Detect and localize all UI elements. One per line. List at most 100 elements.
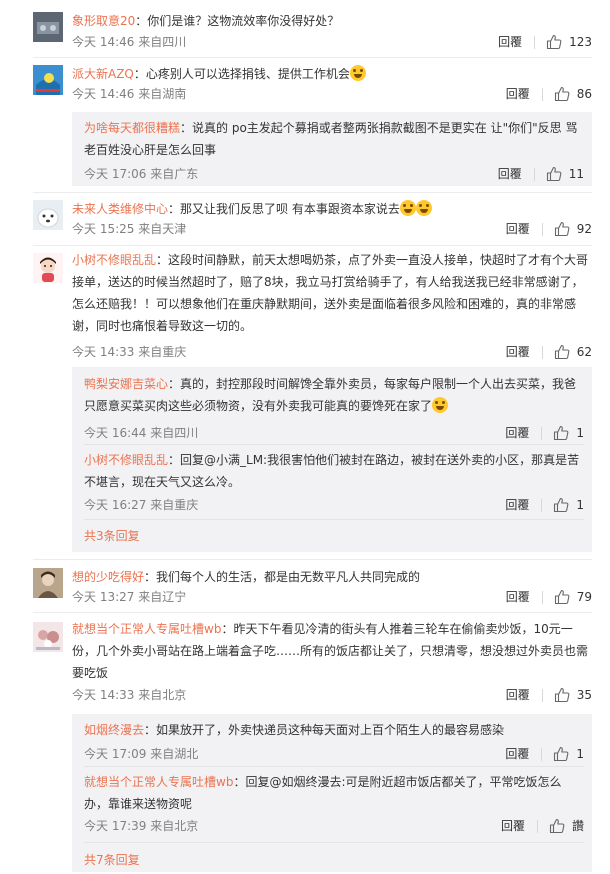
avatar[interactable] [33,568,63,598]
like-button[interactable]: 123 [546,32,592,52]
reply-item: 小树不修眼乱乱：回复@小满_LM:我很害怕他们被封在路边，被封在送外卖的小区，那… [84,449,584,513]
like-count: 1 [576,747,584,761]
like-count: 讚 [571,819,584,833]
divider [33,612,592,613]
comment-item: 想的少吃得好：我们每个人的生活，都是由无数平凡人共同完成的 今天 13:27 来… [0,566,610,610]
user-name[interactable]: 象形取意20 [72,14,135,28]
like-button[interactable]: 讚 [549,816,584,836]
reply-item: 就想当个正常人专属吐槽wb：回复@如烟终漫去:可是附近超市饭店都关了，平常吃饭怎… [84,771,584,834]
avatar[interactable] [33,253,63,283]
like-button[interactable]: 1 [553,495,584,515]
user-name[interactable]: 小树不修眼乱乱 [72,253,156,267]
reply-button[interactable]: 回覆 [506,84,530,104]
timestamp: 今天 14:33 来自北京 [72,688,187,702]
divider [541,426,543,440]
divider [84,519,584,520]
like-count: 123 [569,35,592,49]
like-button[interactable]: 1 [553,744,584,764]
thumbs-up-icon [554,497,569,513]
reply-text: 小树不修眼乱乱：回复@小满_LM:我很害怕他们被封在路边，被封在送外卖的小区，那… [84,453,580,489]
user-name[interactable]: 就想当个正常人专属吐槽wb [84,775,233,789]
more-replies-link[interactable]: 共7条回复 [84,851,140,868]
reply-button[interactable]: 回覆 [506,587,530,607]
user-name[interactable]: 小树不修眼乱乱 [84,453,168,467]
divider [534,35,536,49]
like-button[interactable]: 79 [554,587,592,607]
reply-box: 如烟终漫去：如果放开了，外卖快递员这种每天面对上百个陌生人的最容易感染 今天 1… [72,714,592,872]
user-name[interactable]: 为啥每天都很糟糕 [84,121,180,135]
avatar[interactable] [33,12,63,42]
divider [33,192,592,193]
reply-button[interactable]: 回覆 [498,164,522,184]
reply-button[interactable]: 回覆 [506,342,530,362]
like-button[interactable]: 35 [554,685,592,705]
comment-text: 就想当个正常人专属吐槽wb：昨天下午看见冷清的街头有人推着三轮车在偷偷卖炒饭，1… [72,622,589,680]
like-button[interactable]: 62 [554,342,592,362]
timestamp: 今天 16:44 来自四川 [84,426,199,440]
reply-item: 如烟终漫去：如果放开了，外卖快递员这种每天面对上百个陌生人的最容易感染 今天 1… [84,719,584,762]
divider [33,57,592,58]
divider [541,87,543,101]
reply-text: 如烟终漫去：如果放开了，外卖快递员这种每天面对上百个陌生人的最容易感染 [84,723,505,737]
like-count: 35 [576,688,592,702]
laughing-emoji-icon [349,65,366,81]
comment-text: 小树不修眼乱乱：这段时间静默，前天太想喝奶茶，点了外卖一直没人接单，快超时了才有… [72,253,589,333]
like-button[interactable]: 86 [554,84,592,104]
like-count: 79 [576,590,592,604]
user-name[interactable]: 未来人类维修中心 [72,202,168,216]
reply-text: 鸭梨安娜吉菜心：真的，封控那段时间解馋全靠外卖员，每家每户限制一个人出去买菜，我… [84,377,577,413]
timestamp: 今天 16:27 来自重庆 [84,498,199,512]
thumbs-up-icon [546,166,562,182]
user-name[interactable]: 鸭梨安娜吉菜心 [84,377,168,391]
like-count: 92 [576,222,592,236]
reply-box: 为啥每天都很糟糕：说真的 po主发起个募捐或者整两张捐款截图不是更实在 让"你们… [72,112,592,186]
laughing-emoji-icon [399,200,416,216]
timestamp: 今天 17:06 来自广东 [84,167,199,181]
more-replies-link[interactable]: 共3条回复 [84,527,140,544]
comment-text: 未来人类维修中心：那又让我们反思了呗 有本事跟资本家说去 [72,198,592,220]
divider [33,559,592,560]
comment-text: 想的少吃得好：我们每个人的生活，都是由无数平凡人共同完成的 [72,570,421,584]
reply-button[interactable]: 回覆 [505,423,529,443]
comment-item: 未来人类维修中心：那又让我们反思了呗 有本事跟资本家说去 今天 15:25 来自… [0,198,610,242]
thumbs-up-icon [554,344,570,360]
avatar[interactable] [33,622,63,652]
divider [541,498,543,512]
comment-item: 象形取意20：你们是谁？这物流效率你没得好处？ 今天 14:46 来自四川 回覆… [0,10,610,54]
like-count: 1 [576,498,584,512]
divider [541,222,543,236]
reply-button[interactable]: 回覆 [505,744,529,764]
timestamp: 今天 13:27 来自辽宁 [72,590,187,604]
reply-box: 鸭梨安娜吉菜心：真的，封控那段时间解馋全靠外卖员，每家每户限制一个人出去买菜，我… [72,367,592,552]
thumbs-up-icon [549,818,565,834]
like-button[interactable]: 11 [546,164,584,184]
user-name[interactable]: 就想当个正常人专属吐槽wb [72,622,221,636]
like-count: 11 [568,167,584,181]
timestamp: 今天 15:25 来自天津 [72,222,187,236]
thumbs-up-icon [554,221,570,237]
like-count: 86 [576,87,592,101]
reply-button[interactable]: 回覆 [506,685,530,705]
reply-button[interactable]: 回覆 [501,816,525,836]
thumbs-up-icon [554,589,570,605]
divider [541,747,543,761]
reply-button[interactable]: 回覆 [506,219,530,239]
avatar[interactable] [33,65,63,95]
user-name[interactable]: 想的少吃得好 [72,570,144,584]
timestamp: 今天 14:46 来自四川 [72,35,187,49]
reply-text: 就想当个正常人专属吐槽wb：回复@如烟终漫去:可是附近超市饭店都关了，平常吃饭怎… [84,775,562,811]
reply-item: 鸭梨安娜吉菜心：真的，封控那段时间解馋全靠外卖员，每家每户限制一个人出去买菜，我… [84,373,584,441]
reply-item: 为啥每天都很糟糕：说真的 po主发起个募捐或者整两张捐款截图不是更实在 让"你们… [84,117,584,182]
timestamp: 今天 14:46 来自湖南 [72,87,187,101]
avatar[interactable] [33,200,63,230]
laughing-emoji-icon [415,200,432,216]
like-count: 62 [576,345,592,359]
like-count: 1 [576,426,584,440]
reply-button[interactable]: 回覆 [505,495,529,515]
like-button[interactable]: 92 [554,219,592,239]
user-name[interactable]: 如烟终漫去 [84,723,144,737]
user-name[interactable]: 派大新AZQ [72,67,134,81]
reply-button[interactable]: 回覆 [498,32,522,52]
thumbs-up-icon [554,425,569,441]
like-button[interactable]: 1 [553,423,584,443]
